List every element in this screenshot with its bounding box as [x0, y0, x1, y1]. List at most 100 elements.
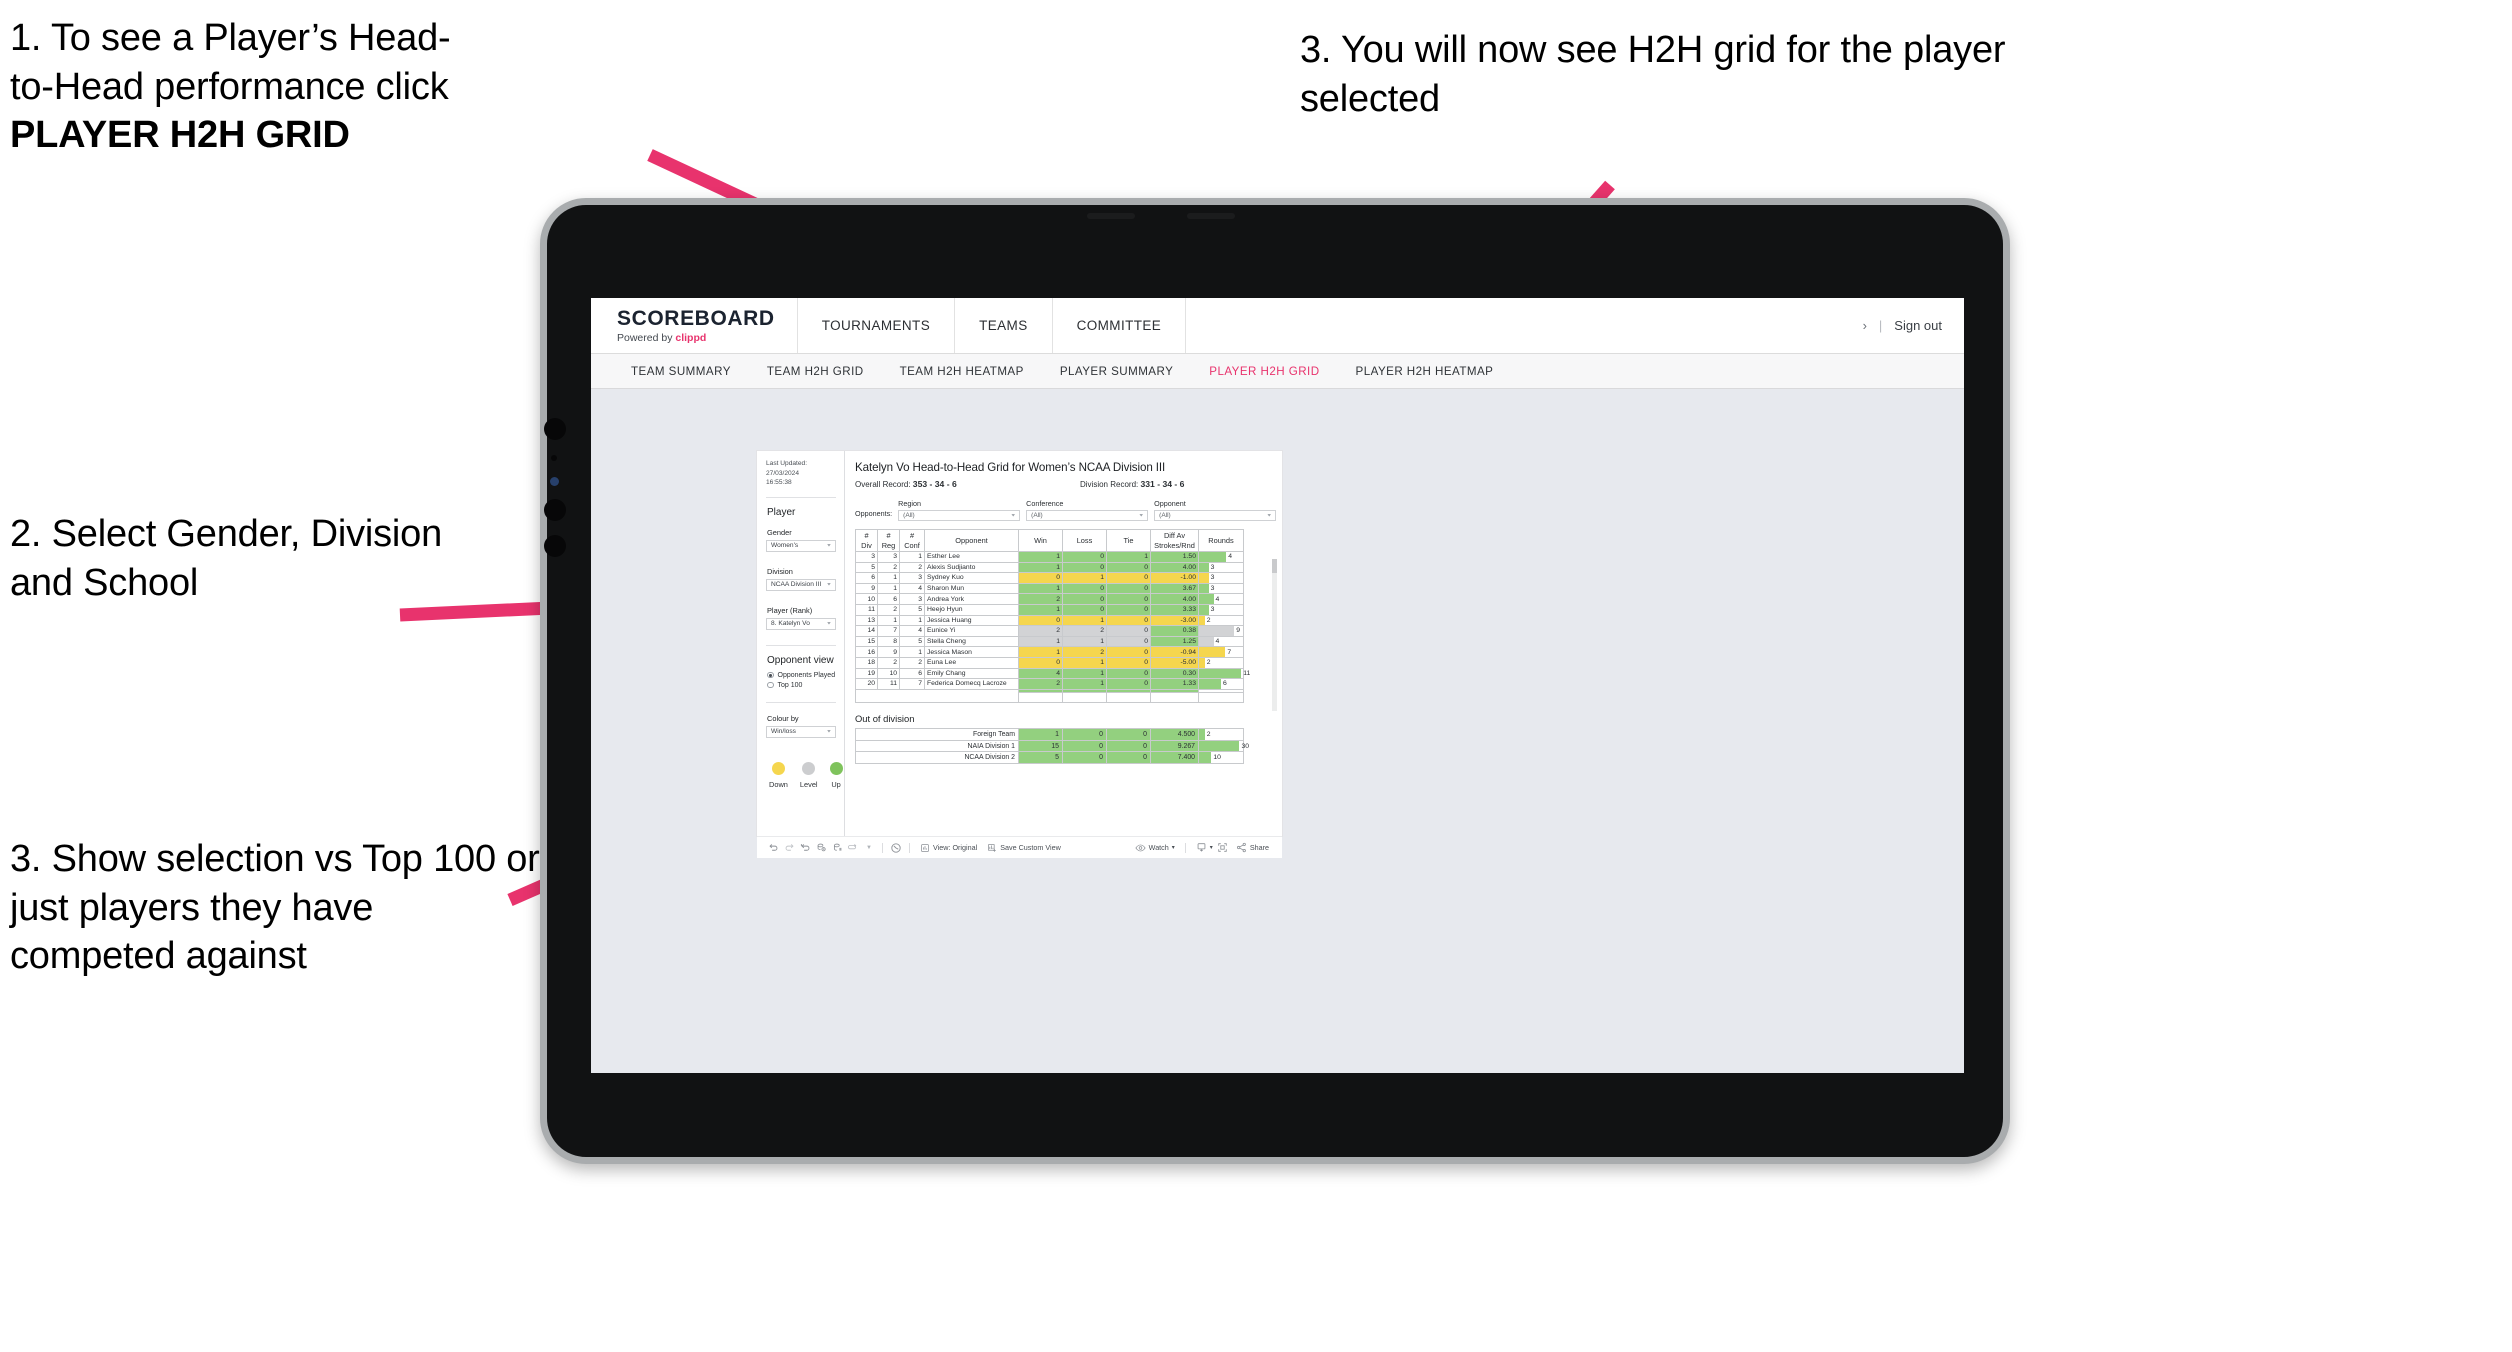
watch-button[interactable]: Watch ▾: [1130, 843, 1180, 853]
out-of-division-row[interactable]: NCAA Division 2 5 0 0 7.400 10: [855, 751, 1244, 764]
opponent-filter-select[interactable]: (All) ▼: [1154, 510, 1277, 521]
cell-loss: 0: [1062, 751, 1107, 764]
player-rank-select[interactable]: 8. Katelyn Vo ▼: [766, 617, 836, 630]
radio-top-100[interactable]: Top 100: [767, 682, 836, 689]
revert-icon[interactable]: [797, 840, 813, 856]
refresh-data-icon[interactable]: [813, 840, 829, 856]
table-row[interactable]: 18 2 2 Euna Lee 0 1 0 -5.00 2: [855, 656, 1244, 669]
last-updated-date: Last Updated: 27/03/2024: [766, 460, 808, 477]
table-row[interactable]: 14 7 4 Eunice Yi 2 2 0 0.38 9: [855, 625, 1244, 637]
rounds-value: 3: [1210, 574, 1215, 582]
table-row[interactable]: 16 9 1 Jessica Mason 1 2 0 -0.94 7: [855, 646, 1244, 658]
division-select[interactable]: NCAA Division III ▼: [766, 578, 836, 591]
col-tie[interactable]: Tie: [1106, 529, 1151, 552]
nav-item-committee[interactable]: COMMITTEE: [1053, 298, 1187, 353]
col-loss[interactable]: Loss: [1062, 529, 1107, 552]
table-row[interactable]: 13 1 1 Jessica Huang 0 1 0 -3.00 2: [855, 614, 1244, 627]
share-button[interactable]: Share: [1231, 842, 1274, 853]
radio-on-icon: [767, 671, 774, 679]
table-scrollbar-track[interactable]: [1272, 559, 1278, 711]
tab-team-h2h-grid[interactable]: TEAM H2H GRID: [749, 354, 882, 388]
sign-out-link[interactable]: Sign out: [1894, 318, 1942, 333]
tablet-camera-lens: [550, 477, 559, 486]
fullscreen-icon[interactable]: [1215, 840, 1231, 856]
save-custom-view-button[interactable]: Save Custom View: [982, 843, 1066, 853]
download-button[interactable]: ▾: [1191, 842, 1215, 853]
cell-rounds: 7: [1198, 646, 1244, 658]
out-of-division-row[interactable]: NAIA Division 1 15 0 0 9.267 30: [855, 739, 1249, 753]
redo-icon[interactable]: [781, 840, 797, 856]
cell-loss: 1: [1062, 635, 1107, 648]
cell-conf: 7: [899, 678, 925, 690]
opponents-filter-label: Opponents:: [855, 509, 893, 518]
tablet-speaker-left: [1087, 213, 1135, 219]
tab-player-h2h-grid[interactable]: PLAYER H2H GRID: [1191, 354, 1337, 388]
cell-win: 2: [1018, 678, 1063, 690]
cell-rounds: 10: [1198, 751, 1244, 764]
colour-by-select[interactable]: Win/loss ▼: [766, 725, 836, 738]
cell-win: 2: [1018, 625, 1063, 637]
toolbar-divider-2: [909, 842, 910, 853]
brand-logo[interactable]: SCOREBOARD Powered by clippd: [591, 298, 798, 353]
chevron-down-icon: ▼: [826, 621, 832, 626]
new-worksheet-icon[interactable]: [845, 840, 861, 856]
cell-tie: 0: [1106, 561, 1151, 574]
region-filter-caption: Region: [898, 499, 921, 508]
nav-item-teams[interactable]: TEAMS: [955, 298, 1053, 353]
table-row[interactable]: 20 11 7 Federica Domecq Lacroze 2 1 0 1.33 6: [855, 678, 1244, 690]
tablet-screen: SCOREBOARD Powered by clippd TOURNAMENTS…: [591, 298, 1964, 1073]
conference-filter-caption: Conference: [1026, 499, 1064, 508]
tab-team-summary[interactable]: TEAM SUMMARY: [613, 354, 749, 388]
tab-player-h2h-heatmap[interactable]: PLAYER H2H HEATMAP: [1338, 354, 1512, 388]
cell-reg: 11: [877, 678, 900, 690]
table-row[interactable]: 6 1 3 Sydney Kuo 0 1 0 -1.00 3: [855, 572, 1244, 584]
table-header-row: # Div # Reg # Conf Opponent Win Loss Tie Di…: [855, 529, 1244, 552]
cell-reg: 3: [877, 551, 900, 563]
col-rounds[interactable]: Rounds: [1198, 529, 1244, 552]
col-win[interactable]: Win: [1018, 529, 1063, 552]
undo-icon[interactable]: [765, 840, 781, 856]
cell-div: 20: [855, 678, 878, 690]
cell-loss: 1: [1062, 667, 1107, 680]
rounds-bar: [1199, 647, 1226, 657]
chevron-down-icon[interactable]: ▼: [861, 840, 877, 856]
cell-rounds: 2: [1198, 656, 1244, 669]
out-of-division-row[interactable]: Foreign Team 1 0 0 4.500 2: [855, 728, 1244, 741]
rounds-value: 2: [1206, 659, 1211, 667]
cell-diff-av-strokes: 1.33: [1150, 678, 1199, 690]
cell-opponent: Federica Domecq Lacroze: [924, 678, 1019, 690]
cell-div: 15: [855, 635, 878, 648]
cell-div: 16: [855, 646, 878, 658]
table-row[interactable]: 19 10 6 Emily Chang 4 1 0 0.30 11: [855, 667, 1250, 680]
table-row[interactable]: 9 1 4 Sharon Mun 1 0 0 3.67 3: [855, 582, 1244, 595]
rounds-bar: [1199, 573, 1209, 583]
tab-team-h2h-heatmap[interactable]: TEAM H2H HEATMAP: [882, 354, 1042, 388]
nav-item-tournaments[interactable]: TOURNAMENTS: [798, 298, 956, 353]
cell-diff-av-strokes: 0.30: [1150, 667, 1199, 680]
table-row[interactable]: 5 2 2 Alexis Sudjianto 1 0 0 4.00 3: [855, 561, 1244, 574]
col-conf[interactable]: # Conf: [899, 529, 925, 552]
table-row[interactable]: 15 8 5 Stella Cheng 1 1 0 1.25 4: [855, 635, 1244, 648]
cell-rounds: 4: [1198, 551, 1244, 563]
col-reg[interactable]: # Reg: [877, 529, 900, 552]
tab-player-summary[interactable]: PLAYER SUMMARY: [1042, 354, 1191, 388]
table-scrollbar-thumb[interactable]: [1272, 559, 1278, 573]
toolbar-divider-3: [1184, 842, 1186, 853]
table-row[interactable]: 10 6 3 Andrea York 2 0 0 4.00 4: [855, 593, 1244, 605]
account-chevron-icon[interactable]: ›: [1863, 318, 1867, 333]
radio-opponents-played[interactable]: Opponents Played: [767, 672, 836, 679]
pause-auto-update-icon[interactable]: [829, 840, 845, 856]
col-opponent[interactable]: Opponent: [924, 529, 1019, 552]
cell-reg: 1: [877, 614, 900, 627]
col-div[interactable]: # Div: [855, 529, 878, 552]
table-row[interactable]: 11 2 5 Heejo Hyun 1 0 0 3.33 3: [855, 603, 1244, 616]
view-original-button[interactable]: View: Original: [915, 843, 982, 853]
dashboard-sheet: Last Updated: 27/03/2024 16:55:38 Player…: [757, 451, 1282, 836]
col-diff-av-strokes[interactable]: Diff Av Strokes/Rnd: [1150, 529, 1199, 552]
gender-select[interactable]: Women's ▼: [766, 539, 836, 552]
region-filter-select[interactable]: (All) ▼: [898, 510, 1021, 521]
conference-filter-select[interactable]: (All) ▼: [1026, 510, 1149, 521]
overall-record-label: Overall Record:: [855, 480, 913, 489]
table-row[interactable]: 3 3 1 Esther Lee 1 0 1 1.50 4: [855, 551, 1244, 563]
pause-refresh-icon[interactable]: [888, 840, 904, 856]
